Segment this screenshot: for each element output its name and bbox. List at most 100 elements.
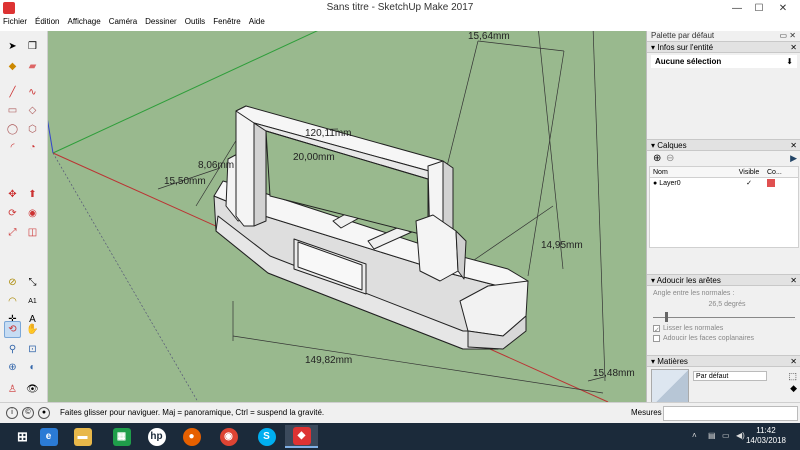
paint-bucket-icon-small[interactable]: ◆ xyxy=(790,383,797,394)
look-around-icon[interactable]: 👁 xyxy=(24,381,41,398)
tray-arrow-icon[interactable]: ˄ xyxy=(692,431,697,440)
dimension-label-7: 149,82mm xyxy=(305,355,353,366)
menu-camera[interactable]: Caméra xyxy=(109,17,137,30)
remove-layer-icon[interactable]: ⊖ xyxy=(666,153,674,164)
create-material-icon[interactable]: ⬚ xyxy=(788,371,797,382)
scale-icon[interactable]: ⤢ xyxy=(4,224,21,241)
menu-edition[interactable]: Édition xyxy=(35,17,59,30)
close-soften-icon[interactable]: ✕ xyxy=(790,275,797,286)
volume-icon[interactable]: ◀) xyxy=(736,431,745,440)
layer-visible-checkbox[interactable]: ✓ xyxy=(734,178,764,189)
modeling-viewport[interactable]: 15,64mm 120,11mm 8,06mm 20,00mm 15,50mm … xyxy=(48,31,646,402)
close-materials-icon[interactable]: ✕ xyxy=(790,356,797,367)
push-pull-icon[interactable]: ⬆ xyxy=(24,186,41,203)
arc-icon[interactable]: ◜ xyxy=(4,139,21,156)
tray-window-buttons[interactable]: ▭ ✕ xyxy=(780,31,796,40)
dimension-label-4: 20,00mm xyxy=(293,152,335,163)
close-button[interactable]: ✕ xyxy=(772,0,794,17)
geo-location-icon[interactable]: i xyxy=(6,407,18,419)
credits-icon[interactable]: © xyxy=(22,407,34,419)
eraser-icon[interactable]: ▰ xyxy=(24,58,41,75)
taskbar-firefox[interactable]: ● xyxy=(175,425,208,448)
taskbar-ie[interactable]: e xyxy=(32,425,65,448)
previous-view-icon[interactable]: ◐ xyxy=(24,359,41,376)
menu-bar: Fichier Édition Affichage Caméra Dessine… xyxy=(0,17,800,30)
close-layers-icon[interactable]: ✕ xyxy=(790,140,797,151)
layers-header[interactable]: ▾ Calques ✕ xyxy=(647,139,800,151)
material-name-field[interactable]: Par défaut xyxy=(693,371,767,381)
taskbar-hp[interactable]: hp xyxy=(140,425,173,448)
menu-fenetre[interactable]: Fenêtre xyxy=(213,17,241,30)
menu-affichage[interactable]: Affichage xyxy=(67,17,100,30)
smooth-normals-checkbox[interactable]: ✓ xyxy=(653,324,660,334)
freehand-icon[interactable]: ∿ xyxy=(24,84,41,101)
taskbar-chrome[interactable]: ◉ xyxy=(212,425,245,448)
polygon-icon[interactable]: ⬡ xyxy=(24,121,41,138)
entity-info-title: Infos sur l'entité xyxy=(657,43,714,52)
tool-palette: ➤ ❒ ◆ ▰ ╱ ∿ ▭ ◇ ◯ ⬡ ◜ ◔ ✥ ⬆ ⟳ ◉ ⤢ ◫ ⊘ ⤡ … xyxy=(0,31,48,402)
select-tool-icon[interactable]: ➤ xyxy=(4,38,21,55)
zoom-extents-icon[interactable]: ⊕ xyxy=(4,359,21,376)
component-tool-icon[interactable]: ❒ xyxy=(24,38,41,55)
maximize-button[interactable]: ☐ xyxy=(748,0,770,17)
taskbar-store[interactable]: ▦ xyxy=(105,425,138,448)
minimize-button[interactable]: — xyxy=(726,0,748,17)
angle-readout: 26,5 degrés xyxy=(647,299,800,310)
column-color[interactable]: Co... xyxy=(764,167,794,177)
position-camera-icon[interactable]: ♙ xyxy=(4,381,21,398)
measures-input[interactable] xyxy=(663,406,798,421)
menu-outils[interactable]: Outils xyxy=(185,17,205,30)
network-icon[interactable]: ▤ xyxy=(708,431,716,440)
pie-icon[interactable]: ◔ xyxy=(24,139,41,156)
user-icon[interactable]: ● xyxy=(38,407,50,419)
materials-header[interactable]: ▾ Matières ✕ xyxy=(647,355,800,367)
coplanar-option[interactable]: Adoucir les faces coplanaires xyxy=(647,334,800,344)
column-nom[interactable]: Nom xyxy=(650,167,734,177)
follow-me-icon[interactable]: ◉ xyxy=(24,205,41,222)
text-tool-icon[interactable]: A1 xyxy=(24,293,41,310)
dimension-label-6: 14,95mm xyxy=(541,240,583,251)
menu-dessiner[interactable]: Dessiner xyxy=(145,17,177,30)
slider-thumb[interactable] xyxy=(665,312,668,322)
coplanar-checkbox[interactable] xyxy=(653,334,660,342)
taskbar-sketchup[interactable]: ◆ xyxy=(285,425,318,448)
layer-details-icon[interactable]: ▶ xyxy=(790,153,797,164)
status-bar: i © ● Faites glisser pour naviguer. Maj … xyxy=(0,402,800,423)
paint-bucket-icon[interactable]: ◆ xyxy=(4,58,21,75)
rotate-icon[interactable]: ⟳ xyxy=(4,205,21,222)
close-section-icon[interactable]: ✕ xyxy=(790,42,797,53)
menu-fichier[interactable]: Fichier xyxy=(3,17,27,30)
zoom-window-icon[interactable]: ⊡ xyxy=(24,341,41,358)
layer-name: ● Layer0 xyxy=(653,180,681,187)
taskbar-clock[interactable]: 11:42 14/03/2018 xyxy=(746,426,786,446)
pan-icon[interactable]: ✋ xyxy=(24,321,41,338)
table-row[interactable]: ● Layer0 ✓ xyxy=(650,178,798,189)
protractor-icon[interactable]: ◠ xyxy=(4,293,21,310)
ie-icon: e xyxy=(39,427,58,446)
dimension-icon[interactable]: ⤡ xyxy=(24,274,41,291)
battery-icon[interactable]: ▭ xyxy=(722,431,730,440)
zoom-icon[interactable]: ⚲ xyxy=(4,341,21,358)
selection-text: Aucune sélection xyxy=(655,57,722,66)
rotated-rectangle-icon[interactable]: ◇ xyxy=(24,102,41,119)
circle-icon[interactable]: ◯ xyxy=(4,121,21,138)
offset-icon[interactable]: ◫ xyxy=(24,224,41,241)
column-visible[interactable]: Visible xyxy=(734,167,764,177)
dimension-label-2: 120,11mm xyxy=(305,128,352,139)
taskbar-skype[interactable]: S xyxy=(250,425,283,448)
layer-color-swatch[interactable] xyxy=(764,178,794,189)
taskbar-explorer[interactable]: ▬ xyxy=(66,425,99,448)
entity-info-header[interactable]: ▾ Infos sur l'entité ✕ xyxy=(647,41,800,53)
rectangle-icon[interactable]: ▭ xyxy=(4,102,21,119)
angle-slider[interactable] xyxy=(653,310,795,324)
materials-title: Matières xyxy=(657,357,688,366)
menu-aide[interactable]: Aide xyxy=(249,17,265,30)
line-tool-icon[interactable]: ╱ xyxy=(4,84,21,101)
add-layer-icon[interactable]: ⊕ xyxy=(653,153,661,164)
smooth-normals-label: Lisser les normales xyxy=(663,325,724,332)
orbit-icon[interactable]: ⟲ xyxy=(4,321,21,338)
move-icon[interactable]: ✥ xyxy=(4,186,21,203)
tape-measure-icon[interactable]: ⊘ xyxy=(4,274,21,291)
smooth-normals-option[interactable]: ✓ Lisser les normales xyxy=(647,324,800,334)
soften-edges-header[interactable]: ▾ Adoucir les arêtes ✕ xyxy=(647,274,800,286)
